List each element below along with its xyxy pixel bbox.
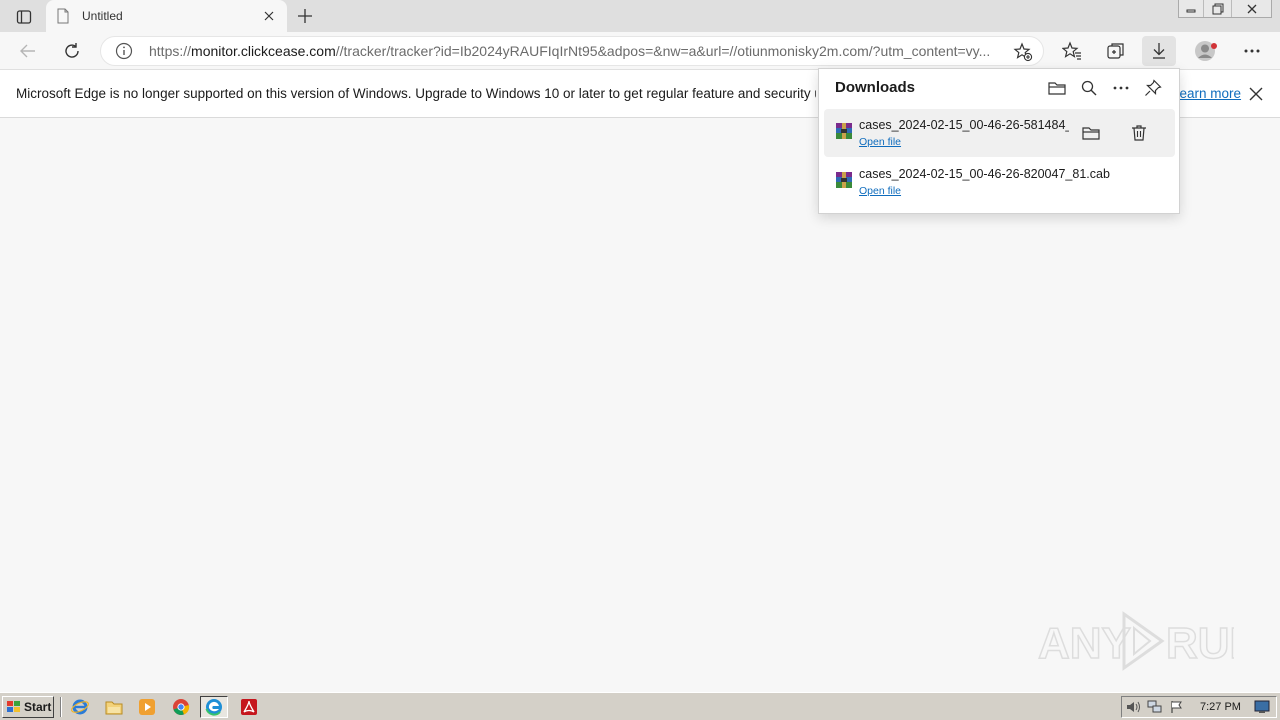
learn-more-link[interactable]: Learn more (1172, 86, 1241, 101)
volume-icon[interactable] (1122, 697, 1144, 717)
profile-icon[interactable] (1189, 36, 1223, 66)
browser-toolbar: https://monitor.clickcease.com//tracker/… (0, 32, 1280, 70)
downloads-flyout: Downloads cases_2024-02-15_00-46-26-5814… (818, 68, 1180, 214)
anyrun-watermark: ANY RUN (1037, 606, 1262, 676)
taskbar-clock[interactable]: 7:27 PM (1200, 701, 1241, 713)
network-icon[interactable] (1144, 697, 1166, 717)
system-tray: 7:27 PM (1121, 696, 1277, 718)
folder-icon[interactable] (1079, 121, 1103, 145)
refresh-icon[interactable] (57, 36, 87, 66)
browser-tab[interactable]: Untitled (46, 0, 287, 32)
download-icon[interactable] (1142, 36, 1176, 66)
media-player-icon[interactable] (133, 696, 161, 718)
collections-icon[interactable] (1099, 36, 1133, 66)
downloads-title: Downloads (835, 79, 916, 96)
taskbar-separator (60, 697, 62, 717)
acrobat-icon[interactable] (235, 696, 263, 718)
windows-taskbar: Start 7:27 PM (0, 692, 1280, 720)
add-favorite-icon[interactable] (1013, 42, 1033, 62)
explorer-icon[interactable] (100, 696, 128, 718)
archive-icon (835, 171, 853, 189)
download-filename: cases_2024-02-15_00-46-26-581484_ (859, 118, 1069, 132)
minimize-button[interactable] (1179, 0, 1203, 17)
favorites-icon[interactable] (1055, 36, 1089, 66)
more-icon[interactable] (1235, 36, 1269, 66)
edge-icon[interactable] (200, 696, 228, 718)
svg-text:ANY: ANY (1038, 619, 1131, 668)
download-item[interactable]: cases_2024-02-15_00-46-26-820047_81.cab … (824, 158, 1175, 206)
infobar-message: Microsoft Edge is no longer supported on… (16, 86, 816, 101)
plus-icon[interactable] (293, 4, 317, 28)
close-icon[interactable] (261, 8, 277, 24)
archive-icon (835, 122, 853, 140)
svg-text:RUN: RUN (1166, 619, 1234, 668)
start-button[interactable]: Start (2, 696, 54, 718)
page-icon (56, 8, 70, 24)
open-file-link[interactable]: Open file (859, 136, 901, 148)
ie-icon[interactable] (66, 696, 94, 718)
pin-icon[interactable] (1141, 77, 1165, 99)
url-prefix: https:// (149, 43, 192, 59)
more-icon[interactable] (1109, 77, 1133, 99)
url-host: monitor.clickcease.com (191, 43, 336, 59)
url-rest: //tracker/tracker?id=Ib2024yRAUFIqIrNt95… (335, 43, 991, 59)
download-filename: cases_2024-02-15_00-46-26-820047_81.cab (859, 167, 1110, 181)
download-item[interactable]: cases_2024-02-15_00-46-26-581484_ Open f… (824, 109, 1175, 157)
info-icon[interactable] (115, 42, 133, 60)
flag-icon[interactable] (1166, 697, 1188, 717)
windows-flag-icon (7, 701, 20, 712)
close-icon[interactable] (1246, 84, 1266, 104)
open-file-link[interactable]: Open file (859, 185, 901, 197)
window-controls (1178, 0, 1272, 18)
url-text[interactable]: https://monitor.clickcease.com//tracker/… (149, 43, 1004, 59)
chrome-icon[interactable] (167, 696, 195, 718)
tab-strip: Untitled (0, 0, 1280, 32)
trash-icon[interactable] (1127, 121, 1151, 145)
tab-title: Untitled (82, 9, 123, 23)
desktop-icon[interactable] (1251, 697, 1273, 717)
back-icon[interactable] (13, 36, 43, 66)
restore-button[interactable] (1203, 0, 1231, 17)
address-bar[interactable]: https://monitor.clickcease.com//tracker/… (100, 36, 1044, 66)
tab-actions-icon[interactable] (8, 6, 40, 28)
start-label: Start (24, 700, 52, 714)
window-close-button[interactable] (1231, 0, 1271, 17)
folder-icon[interactable] (1045, 77, 1069, 99)
search-icon[interactable] (1077, 77, 1101, 99)
